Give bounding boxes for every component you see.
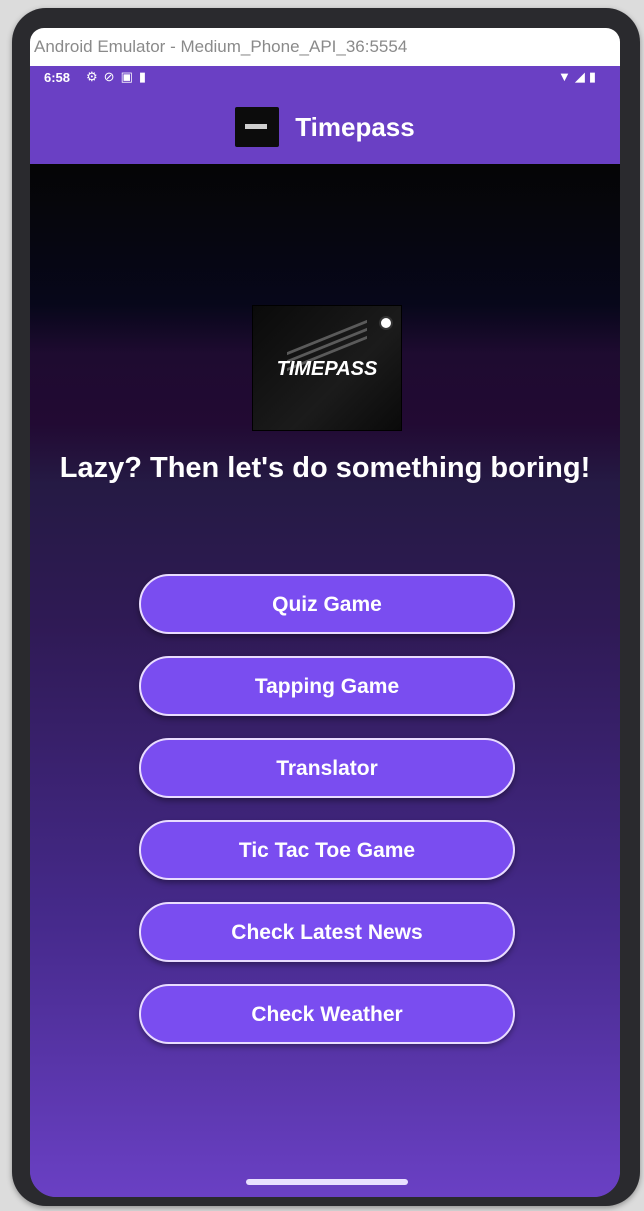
window-title: Android Emulator - Medium_Phone_API_36:5… [34, 37, 408, 56]
dnd-icon: ⊘ [103, 69, 115, 84]
logo-wordmark: TIMEPASS [276, 358, 378, 380]
gear-icon: ⚙ [86, 69, 98, 84]
app-logo-icon [235, 107, 280, 147]
app-title: Timepass [295, 111, 415, 142]
translator-button[interactable]: Translator [139, 738, 515, 798]
main-content: TIMEPASS Lazy? Then let's do something b… [30, 164, 620, 1197]
phone-screen: 6:58 ⚙ ⊘ ▣ ▮ ▼ ◢ ▮ Timepass TIMEPASS Laz… [30, 66, 620, 1197]
signal-icon: ◢ [574, 69, 585, 84]
check-weather-button[interactable]: Check Weather [139, 984, 515, 1044]
gesture-nav-handle[interactable] [246, 1179, 408, 1185]
emulator-title-bar: Android Emulator - Medium_Phone_API_36:5… [30, 28, 620, 66]
timepass-logo: TIMEPASS [253, 306, 401, 430]
app-bar: Timepass [30, 90, 620, 164]
latest-news-button[interactable]: Check Latest News [139, 902, 515, 962]
battery-icon: ▮ [588, 69, 596, 84]
tic-tac-toe-button[interactable]: Tic Tac Toe Game [139, 820, 515, 880]
status-bar: 6:58 ⚙ ⊘ ▣ ▮ ▼ ◢ ▮ [30, 66, 620, 90]
notification-icon: ▣ [120, 69, 133, 84]
wifi-icon: ▼ [557, 69, 571, 84]
game-menu: Quiz Game Tapping Game Translator Tic Ta… [139, 574, 515, 1066]
logo-dot-icon [379, 316, 393, 330]
sdcard-icon: ▮ [138, 69, 147, 84]
tapping-game-button[interactable]: Tapping Game [139, 656, 515, 716]
tagline: Lazy? Then let's do something boring! [59, 452, 591, 484]
status-time: 6:58 [44, 70, 71, 85]
quiz-game-button[interactable]: Quiz Game [139, 574, 515, 634]
